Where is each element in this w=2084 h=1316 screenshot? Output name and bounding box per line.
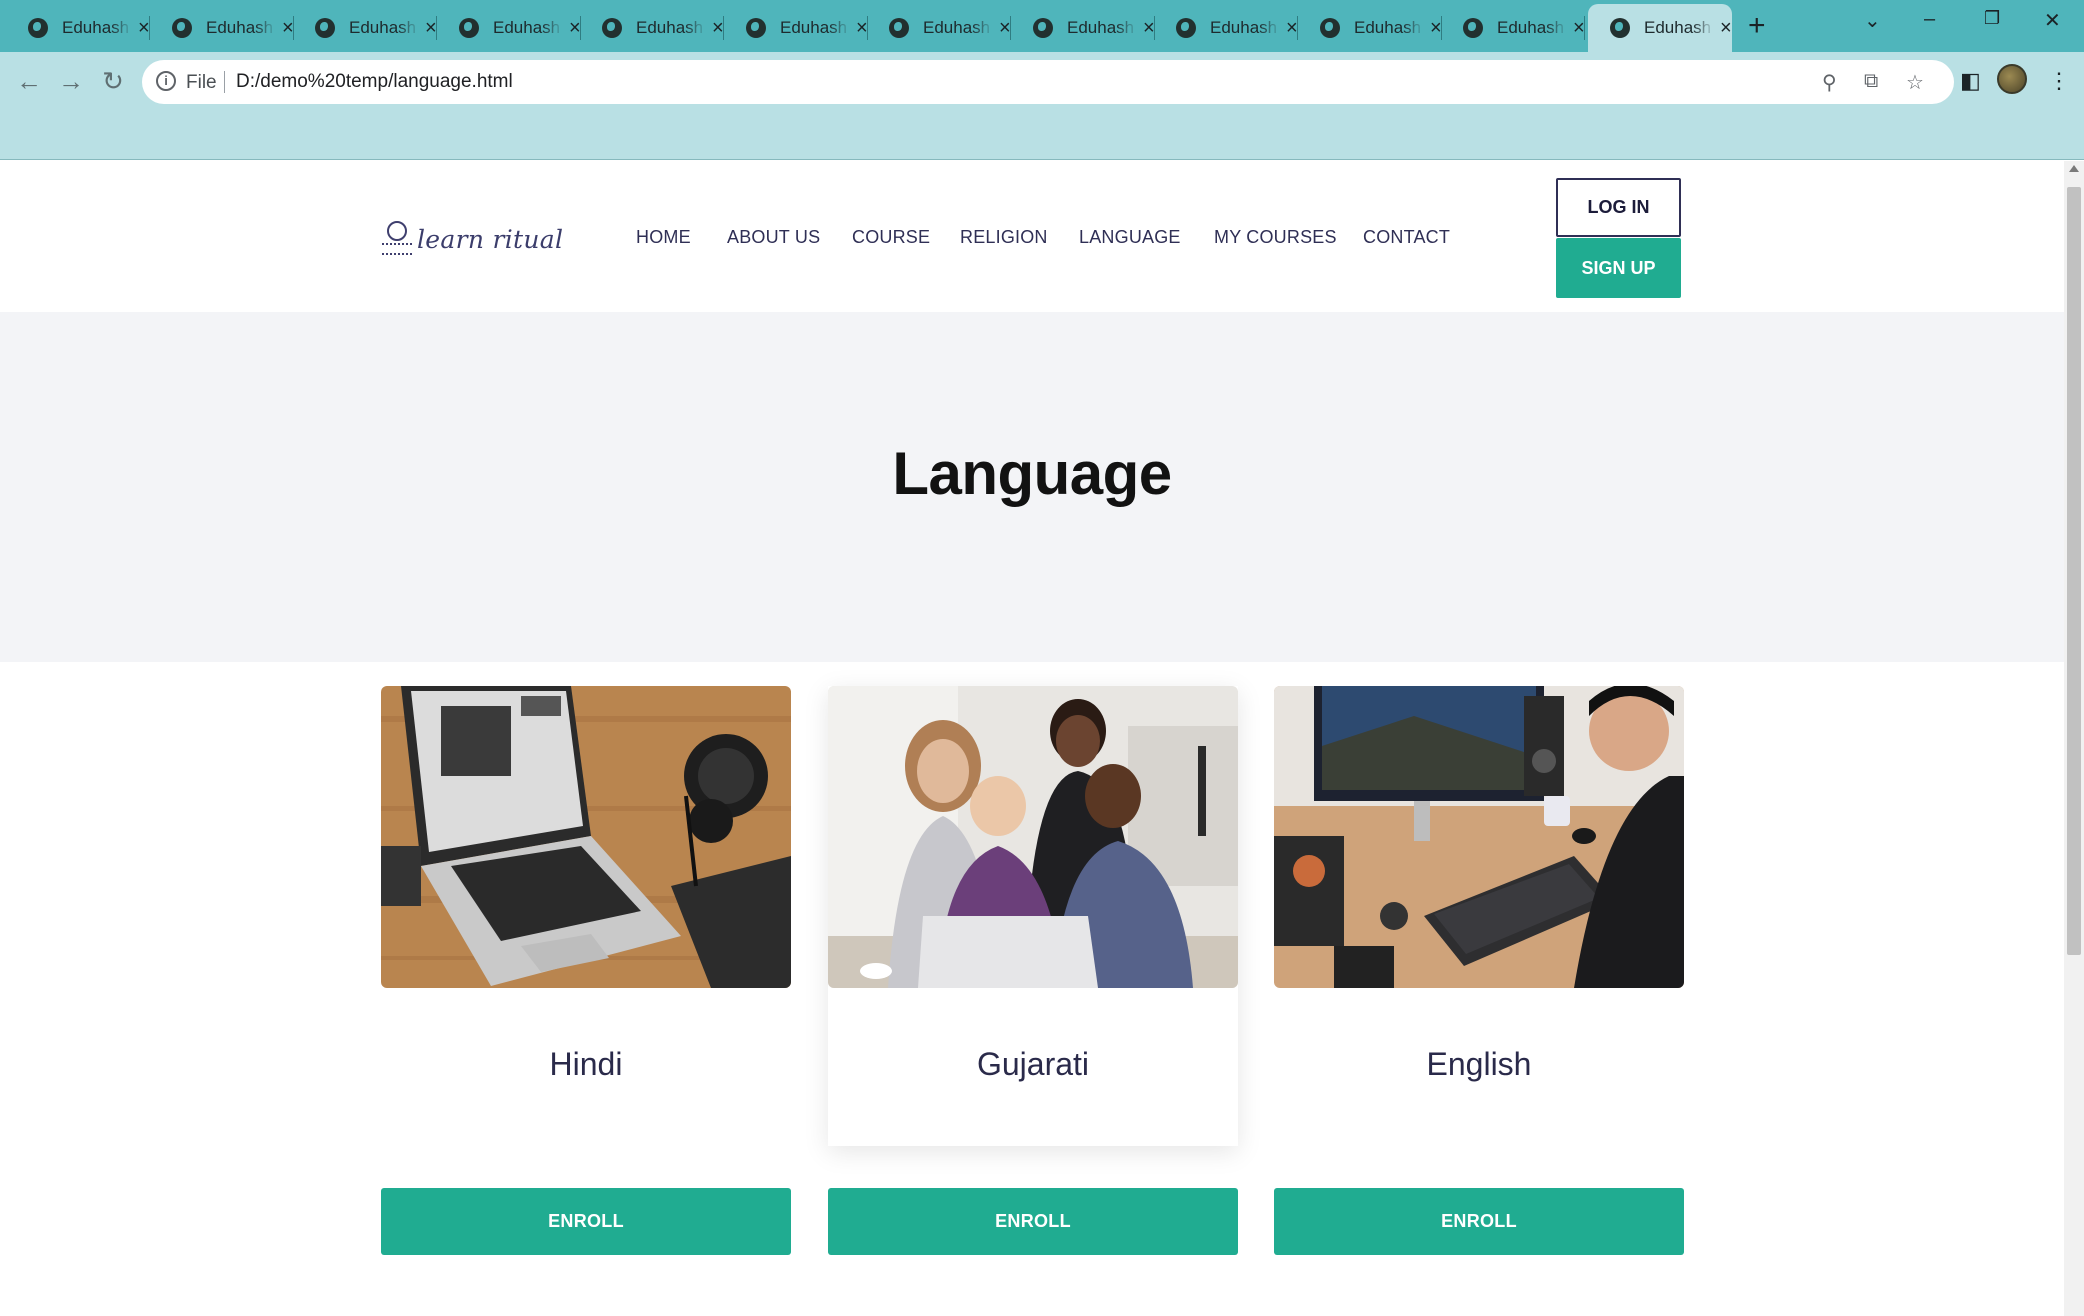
browser-tab[interactable]: Eduhash × <box>867 4 1011 52</box>
scrollbar-thumb[interactable] <box>2067 187 2081 955</box>
close-tab-icon[interactable]: × <box>569 18 581 38</box>
browser-tab[interactable]: Eduhash × <box>1298 4 1442 52</box>
info-icon[interactable]: i <box>156 71 176 91</box>
minimize-icon[interactable]: – <box>1924 8 1935 31</box>
zoom-icon[interactable]: ⚲ <box>1822 70 1837 95</box>
globe-icon <box>315 18 335 38</box>
tab-title: Eduhash <box>1354 18 1422 37</box>
tab-title: Eduhash <box>206 18 274 37</box>
globe-icon <box>28 18 48 38</box>
globe-icon <box>1176 18 1196 38</box>
globe-icon <box>889 18 909 38</box>
hero-banner: Language <box>0 312 2064 662</box>
new-tab-icon[interactable]: + <box>1748 10 1766 42</box>
browser-tab[interactable]: Eduhash × <box>150 4 294 52</box>
logo-text: learn ritual <box>417 224 564 254</box>
nav-religion[interactable]: RELIGION <box>960 227 1048 248</box>
browser-toolbar: ← → ↻ i File D:/demo%20temp/language.htm… <box>0 52 2084 160</box>
globe-icon <box>172 18 192 38</box>
page-title: Language <box>892 440 1172 507</box>
scroll-up-arrow-icon[interactable] <box>2069 165 2079 172</box>
close-tab-icon[interactable]: × <box>1286 18 1298 38</box>
course-title: English <box>1426 1046 1532 1082</box>
close-tab-icon[interactable]: × <box>138 18 150 38</box>
course-title: Gujarati <box>976 1046 1090 1082</box>
nav-about-us[interactable]: ABOUT US <box>727 227 820 248</box>
close-tab-icon[interactable]: × <box>712 18 724 38</box>
page-scrollbar[interactable] <box>2064 161 2084 1316</box>
address-scheme-label: File <box>186 72 217 93</box>
enroll-button-hindi[interactable]: ENROLL <box>381 1188 791 1255</box>
tab-title: Eduhash <box>1210 18 1278 37</box>
browser-tab[interactable]: Eduhash × <box>1011 4 1155 52</box>
enroll-button-english[interactable]: ENROLL <box>1274 1188 1684 1255</box>
close-tab-icon[interactable]: × <box>282 18 294 38</box>
browser-tab[interactable]: Eduhash × <box>1441 4 1585 52</box>
share-icon[interactable]: ⧉ <box>1864 70 1878 93</box>
group-around-laptop-photo <box>828 686 1238 988</box>
bookmark-star-icon[interactable]: ☆ <box>1906 70 1924 95</box>
nav-language[interactable]: LANGUAGE <box>1079 227 1181 248</box>
close-tab-icon[interactable]: × <box>425 18 437 38</box>
logo-mark-icon <box>381 221 413 257</box>
globe-icon <box>1320 18 1340 38</box>
forward-icon[interactable]: → <box>54 64 88 98</box>
course-title: Hindi <box>549 1046 623 1082</box>
reload-icon[interactable]: ↻ <box>96 64 130 98</box>
tab-title: Eduhash <box>1067 18 1135 37</box>
signup-button[interactable]: SIGN UP <box>1556 238 1681 298</box>
course-card-gujarati[interactable]: Gujarati <box>828 686 1238 1146</box>
browser-tab-strip: Eduhash × Eduhash × Eduhash × Eduhash × … <box>0 0 2084 52</box>
web-page: learn ritual HOME ABOUT US COURSE RELIGI… <box>0 161 2064 1316</box>
close-window-icon[interactable]: ✕ <box>2044 8 2061 33</box>
close-tab-icon[interactable]: × <box>999 18 1011 38</box>
globe-icon <box>1033 18 1053 38</box>
nav-contact[interactable]: CONTACT <box>1363 227 1450 248</box>
tab-title: Eduhash <box>1497 18 1565 37</box>
back-icon[interactable]: ← <box>12 64 46 98</box>
close-tab-icon[interactable]: × <box>1573 18 1585 38</box>
nav-my-courses[interactable]: MY COURSES <box>1214 227 1337 248</box>
close-tab-icon[interactable]: × <box>1143 18 1155 38</box>
globe-icon <box>746 18 766 38</box>
globe-icon <box>459 18 479 38</box>
menu-icon[interactable]: ⋮ <box>2048 68 2070 94</box>
browser-tab[interactable]: Eduhash × <box>724 4 868 52</box>
browser-tab[interactable]: Eduhash × <box>437 4 581 52</box>
tab-title: Eduhash <box>62 18 130 37</box>
globe-icon <box>602 18 622 38</box>
globe-icon <box>1463 18 1483 38</box>
site-logo[interactable]: learn ritual <box>381 221 563 257</box>
sidepanel-icon[interactable]: ◧ <box>1960 68 1981 94</box>
login-button[interactable]: LOG IN <box>1556 178 1681 237</box>
tab-search-icon[interactable]: ⌄ <box>1864 8 1881 33</box>
tab-title: Eduhash <box>636 18 704 37</box>
address-bar[interactable]: i File D:/demo%20temp/language.html ⚲ ⧉ … <box>142 60 1954 104</box>
nav-home[interactable]: HOME <box>636 227 691 248</box>
course-card-hindi[interactable]: Hindi <box>381 686 791 1146</box>
profile-avatar[interactable] <box>1997 64 2027 94</box>
close-tab-icon[interactable]: × <box>1430 18 1442 38</box>
enroll-button-gujarati[interactable]: ENROLL <box>828 1188 1238 1255</box>
browser-tab-active[interactable]: Eduhash × <box>1588 4 1732 52</box>
desktop-workstation-photo <box>1274 686 1684 988</box>
close-tab-icon[interactable]: × <box>1720 18 1732 38</box>
laptop-desk-photo <box>381 686 791 988</box>
tab-title: Eduhash <box>349 18 417 37</box>
tab-title: Eduhash <box>780 18 848 37</box>
browser-tab[interactable]: Eduhash × <box>6 4 150 52</box>
tab-title: Eduhash <box>923 18 991 37</box>
browser-tab[interactable]: Eduhash × <box>293 4 437 52</box>
tab-title: Eduhash <box>493 18 561 37</box>
nav-course[interactable]: COURSE <box>852 227 930 248</box>
restore-icon[interactable]: ❐ <box>1984 8 2000 29</box>
browser-tab[interactable]: Eduhash × <box>1154 4 1298 52</box>
course-card-english[interactable]: English <box>1274 686 1684 1146</box>
address-url[interactable]: D:/demo%20temp/language.html <box>236 71 513 93</box>
tab-title: Eduhash <box>1644 18 1712 37</box>
close-tab-icon[interactable]: × <box>856 18 868 38</box>
site-header: learn ritual HOME ABOUT US COURSE RELIGI… <box>0 161 2064 312</box>
browser-tab[interactable]: Eduhash × <box>580 4 724 52</box>
globe-icon <box>1610 18 1630 38</box>
